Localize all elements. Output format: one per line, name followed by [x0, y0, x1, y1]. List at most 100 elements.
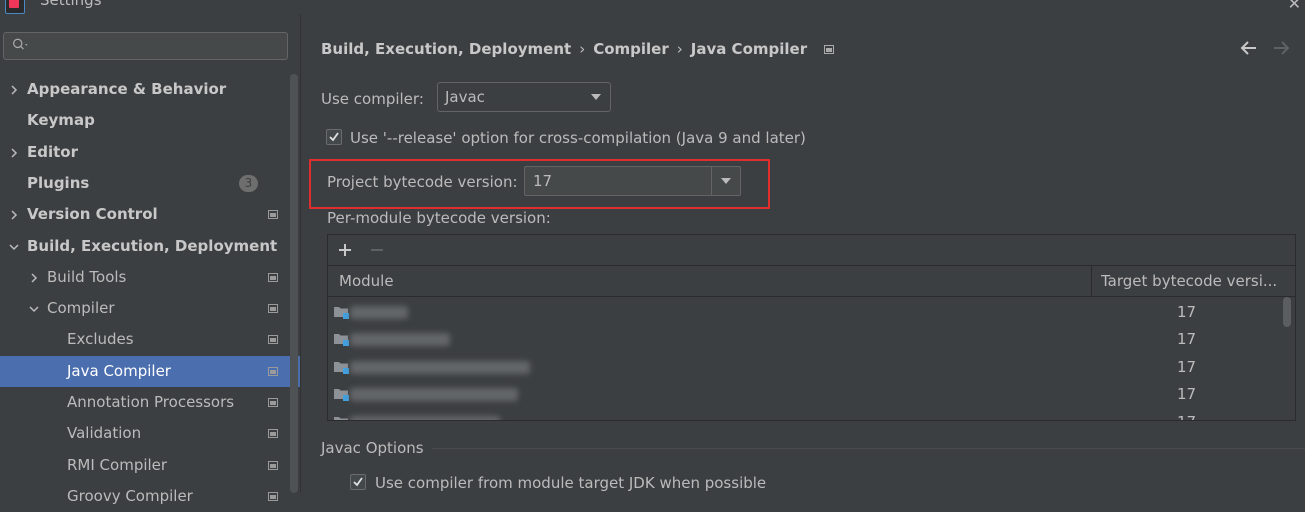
module-bytecode-table: Module Target bytecode versi... 17 17 17 17…	[327, 234, 1296, 421]
app-logo-icon	[5, 0, 25, 14]
search-input[interactable]	[3, 32, 288, 60]
table-row[interactable]: 17	[328, 409, 1283, 420]
sidebar-item[interactable]: Annotation Processors	[0, 387, 288, 418]
target-bytecode-value[interactable]: 17	[1177, 409, 1196, 420]
release-option-label[interactable]: Use '--release' option for cross-compila…	[350, 127, 806, 149]
panel-divider[interactable]	[300, 14, 301, 493]
column-header-target[interactable]: Target bytecode versi...	[1101, 266, 1281, 296]
sidebar-item[interactable]: Java Compiler	[0, 356, 300, 387]
sidebar-item[interactable]: Build Tools	[0, 262, 288, 293]
module-name-redacted	[350, 306, 408, 319]
project-settings-icon	[268, 461, 278, 470]
module-folder-icon	[334, 417, 348, 420]
sidebar-item[interactable]: Version Control	[0, 199, 288, 230]
module-folder-icon	[334, 389, 349, 401]
chevron-right-icon[interactable]	[8, 199, 20, 230]
breadcrumb-item[interactable]: Build, Execution, Deployment	[321, 38, 571, 60]
table-row[interactable]: 17	[328, 299, 1283, 326]
module-name-redacted	[350, 416, 500, 420]
table-row[interactable]: 17	[328, 326, 1283, 353]
table-row[interactable]: 17	[328, 381, 1283, 408]
close-icon[interactable]: ✕	[1288, 0, 1301, 13]
breadcrumb-separator: ›	[676, 40, 683, 58]
project-settings-icon	[824, 45, 835, 54]
sidebar-item-label: Build, Execution, Deployment	[27, 237, 278, 255]
release-option-checkbox[interactable]	[326, 129, 342, 145]
section-divider	[432, 448, 1305, 449]
window-title: Settings	[40, 0, 102, 9]
use-compiler-label: Use compiler:	[321, 90, 424, 108]
chevron-right-icon[interactable]	[28, 262, 40, 293]
sidebar-item[interactable]: Compiler	[0, 293, 288, 324]
project-settings-icon	[268, 398, 278, 407]
settings-sidebar: Appearance & Behavior Keymap Editor Plugins…	[0, 14, 300, 505]
javac-options-title: Javac Options	[321, 439, 424, 457]
column-header-module[interactable]: Module	[339, 266, 394, 296]
chevron-right-icon[interactable]	[8, 74, 20, 105]
bytecode-version-label: Project bytecode version:	[327, 173, 518, 191]
sidebar-item[interactable]: Excludes	[0, 324, 288, 355]
compiler-dropdown[interactable]: Javac	[437, 82, 611, 112]
module-jdk-label[interactable]: Use compiler from module target JDK when…	[375, 472, 766, 494]
module-folder-icon	[334, 334, 349, 346]
chevron-right-icon[interactable]	[8, 137, 20, 168]
sidebar-item-label: RMI Compiler	[67, 456, 168, 474]
sidebar-item[interactable]: Appearance & Behavior	[0, 74, 288, 105]
target-bytecode-value[interactable]: 17	[1177, 299, 1196, 326]
sidebar-item-label: Appearance & Behavior	[27, 80, 227, 98]
target-bytecode-value[interactable]: 17	[1177, 326, 1196, 353]
title-bar: Settings ✕	[0, 0, 1305, 14]
sidebar-item-label: Keymap	[27, 111, 95, 129]
checkmark-icon	[329, 132, 339, 142]
sidebar-scrollbar[interactable]	[290, 74, 298, 493]
sidebar-item[interactable]: Validation	[0, 418, 288, 449]
breadcrumb-item[interactable]: Compiler	[593, 38, 669, 60]
project-settings-icon	[268, 492, 278, 501]
breadcrumb: Build, Execution, Deployment › Compiler › Ja…	[321, 38, 835, 60]
add-icon[interactable]	[338, 243, 352, 257]
module-name-redacted	[350, 333, 450, 346]
sidebar-item-label: Editor	[27, 143, 78, 161]
sidebar-item-label: Build Tools	[47, 268, 127, 286]
target-bytecode-value[interactable]: 17	[1177, 354, 1196, 381]
per-module-label: Per-module bytecode version:	[327, 209, 551, 227]
back-arrow-icon[interactable]	[1239, 38, 1259, 58]
sidebar-item-label: Java Compiler	[67, 362, 171, 380]
sidebar-item[interactable]: Plugins 3	[0, 168, 288, 199]
module-name-redacted	[350, 388, 518, 401]
sidebar-item-label: Validation	[67, 424, 142, 442]
bytecode-dropdown-button[interactable]	[711, 167, 740, 195]
table-toolbar	[328, 235, 1295, 266]
search-icon	[13, 38, 28, 50]
chevron-down-icon[interactable]	[8, 231, 20, 262]
sidebar-item[interactable]: Editor	[0, 137, 288, 168]
table-scrollbar[interactable]	[1283, 297, 1291, 327]
project-settings-icon	[268, 429, 278, 438]
module-name-redacted	[350, 361, 530, 374]
chevron-down-icon	[721, 178, 731, 184]
sidebar-item-label: Compiler	[47, 299, 115, 317]
bytecode-version-combobox[interactable]: 17	[524, 166, 741, 196]
forward-arrow-icon[interactable]	[1271, 38, 1291, 58]
project-settings-icon	[268, 210, 278, 219]
update-count-badge: 3	[239, 175, 258, 192]
sidebar-item[interactable]: Keymap	[0, 105, 288, 136]
breadcrumb-item: Java Compiler	[690, 40, 808, 58]
chevron-down-icon[interactable]	[28, 293, 40, 324]
table-row[interactable]: 17	[328, 354, 1283, 381]
remove-icon[interactable]	[370, 243, 384, 257]
checkmark-icon	[353, 477, 363, 487]
sidebar-item[interactable]: Groovy Compiler	[0, 481, 288, 512]
module-jdk-checkbox[interactable]	[350, 474, 366, 490]
sidebar-item-label: Groovy Compiler	[67, 487, 193, 505]
project-settings-icon	[268, 273, 278, 282]
column-divider[interactable]	[1091, 266, 1092, 296]
breadcrumb-separator: ›	[579, 40, 586, 58]
target-bytecode-value[interactable]: 17	[1177, 381, 1196, 408]
sidebar-item[interactable]: RMI Compiler	[0, 450, 288, 481]
bytecode-version-value[interactable]: 17	[533, 167, 552, 195]
sidebar-item[interactable]: Build, Execution, Deployment	[0, 231, 288, 262]
module-folder-icon	[334, 307, 349, 319]
chevron-down-icon	[591, 94, 601, 100]
compiler-value: Javac	[445, 88, 485, 106]
